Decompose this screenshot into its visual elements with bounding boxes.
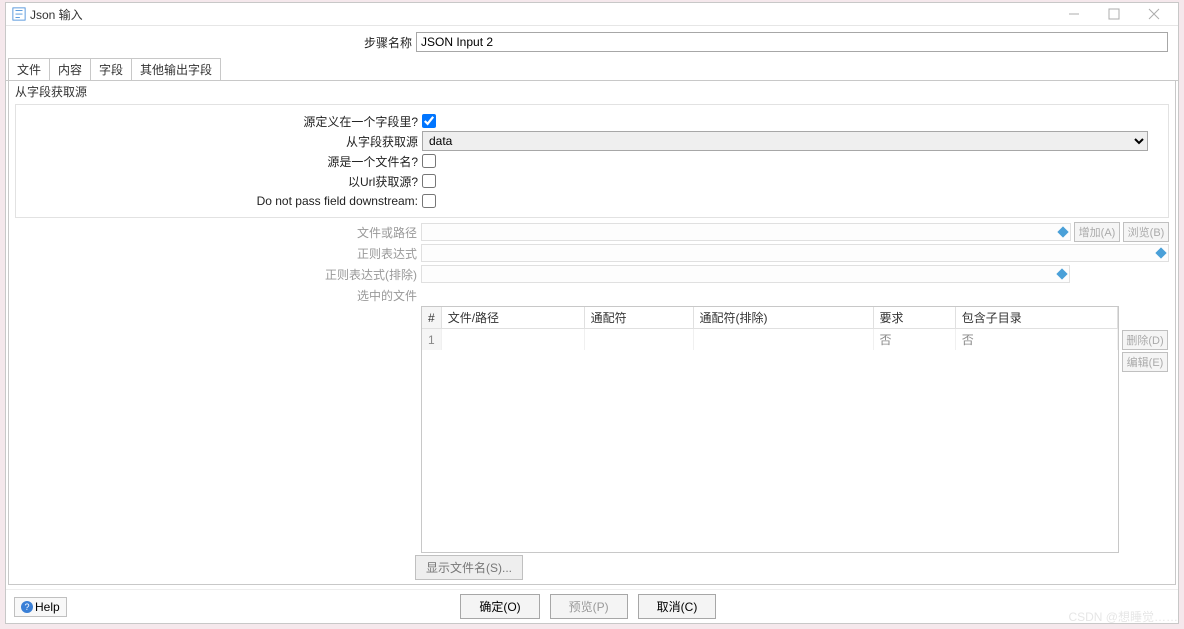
- tab-fields[interactable]: 字段: [90, 58, 132, 80]
- source-from-field-group: 源定义在一个字段里? 从字段获取源 data 源是一个文件名? 以Url获取源?…: [15, 104, 1169, 218]
- is-filename-checkbox[interactable]: [422, 154, 436, 168]
- edit-row-button[interactable]: 编辑(E): [1122, 352, 1168, 372]
- col-wildcard[interactable]: 通配符: [584, 307, 693, 329]
- cell-num: 1: [422, 329, 441, 351]
- tab-file[interactable]: 文件: [8, 58, 50, 80]
- dialog-window: Json 输入 步骤名称 文件 内容 字段 其他输出字段 从字段获取源 源定义在…: [5, 2, 1179, 624]
- diamond-icon: [1155, 247, 1166, 258]
- show-filenames-button[interactable]: 显示文件名(S)...: [415, 555, 523, 580]
- cell-req[interactable]: 否: [873, 329, 955, 351]
- do-not-pass-label: Do not pass field downstream:: [16, 194, 422, 208]
- files-table-el: # 文件/路径 通配符 通配符(排除) 要求 包含子目录 1: [422, 307, 1118, 350]
- app-icon: [12, 7, 26, 21]
- regex-label: 正则表达式: [15, 245, 421, 262]
- step-name-label: 步骤名称: [6, 34, 416, 51]
- table-side-btns: 删除(D) 编辑(E): [1119, 306, 1169, 553]
- regex-input: [421, 244, 1169, 262]
- table-row[interactable]: 1 否 否: [422, 329, 1118, 351]
- tab-content[interactable]: 内容: [49, 58, 91, 80]
- file-or-path-input: [421, 223, 1071, 241]
- from-field-select[interactable]: data: [422, 131, 1148, 151]
- from-field-label: 从字段获取源: [16, 133, 422, 150]
- cell-sub[interactable]: 否: [955, 329, 1117, 351]
- file-or-path-label: 文件或路径: [15, 224, 421, 241]
- selected-files-label: 选中的文件: [15, 287, 421, 304]
- by-url-checkbox[interactable]: [422, 174, 436, 188]
- group-title: 从字段获取源: [9, 81, 1175, 102]
- ok-button[interactable]: 确定(O): [460, 594, 539, 619]
- col-subdir[interactable]: 包含子目录: [955, 307, 1117, 329]
- window-title: Json 输入: [30, 6, 83, 23]
- minimize-button[interactable]: [1054, 3, 1094, 25]
- help-icon: ?: [21, 601, 33, 613]
- step-name-row: 步骤名称: [6, 26, 1178, 58]
- by-url-label: 以Url获取源?: [16, 173, 422, 190]
- help-label: Help: [35, 600, 60, 614]
- is-filename-label: 源是一个文件名?: [16, 153, 422, 170]
- cell-file[interactable]: [441, 329, 584, 351]
- files-table-area: # 文件/路径 通配符 通配符(排除) 要求 包含子目录 1: [15, 306, 1169, 553]
- regex-exclude-label: 正则表达式(排除): [15, 266, 421, 283]
- titlebar: Json 输入: [6, 3, 1178, 26]
- source-in-field-checkbox[interactable]: [422, 114, 436, 128]
- file-section: 文件或路径 增加(A) 浏览(B) 正则表达式 正则表达式(排除) 选中的文件: [15, 222, 1169, 306]
- below-table: 显示文件名(S)...: [415, 555, 1169, 580]
- help-button[interactable]: ? Help: [14, 597, 67, 617]
- preview-button[interactable]: 预览(P): [550, 594, 628, 619]
- source-in-field-label: 源定义在一个字段里?: [16, 113, 422, 130]
- browse-button[interactable]: 浏览(B): [1123, 222, 1169, 242]
- tab-other-output[interactable]: 其他输出字段: [131, 58, 221, 80]
- do-not-pass-checkbox[interactable]: [422, 194, 436, 208]
- add-button[interactable]: 增加(A): [1074, 222, 1120, 242]
- cell-wild[interactable]: [584, 329, 693, 351]
- regex-exclude-input: [421, 265, 1070, 283]
- col-num[interactable]: #: [422, 307, 441, 329]
- col-req[interactable]: 要求: [873, 307, 955, 329]
- col-file[interactable]: 文件/路径: [441, 307, 584, 329]
- step-name-input[interactable]: [416, 32, 1168, 52]
- maximize-button[interactable]: [1094, 3, 1134, 25]
- col-wildcard-ex[interactable]: 通配符(排除): [693, 307, 873, 329]
- close-button[interactable]: [1134, 3, 1174, 25]
- tab-content-file: 从字段获取源 源定义在一个字段里? 从字段获取源 data 源是一个文件名? 以…: [8, 81, 1176, 585]
- diamond-icon: [1057, 226, 1068, 237]
- cell-wild-ex[interactable]: [693, 329, 873, 351]
- delete-row-button[interactable]: 删除(D): [1122, 330, 1168, 350]
- cancel-button[interactable]: 取消(C): [638, 594, 717, 619]
- diamond-icon: [1056, 268, 1067, 279]
- bottom-bar: ? Help 确定(O) 预览(P) 取消(C): [6, 589, 1178, 623]
- files-table: # 文件/路径 通配符 通配符(排除) 要求 包含子目录 1: [421, 306, 1119, 553]
- tab-row: 文件 内容 字段 其他输出字段: [6, 58, 1178, 81]
